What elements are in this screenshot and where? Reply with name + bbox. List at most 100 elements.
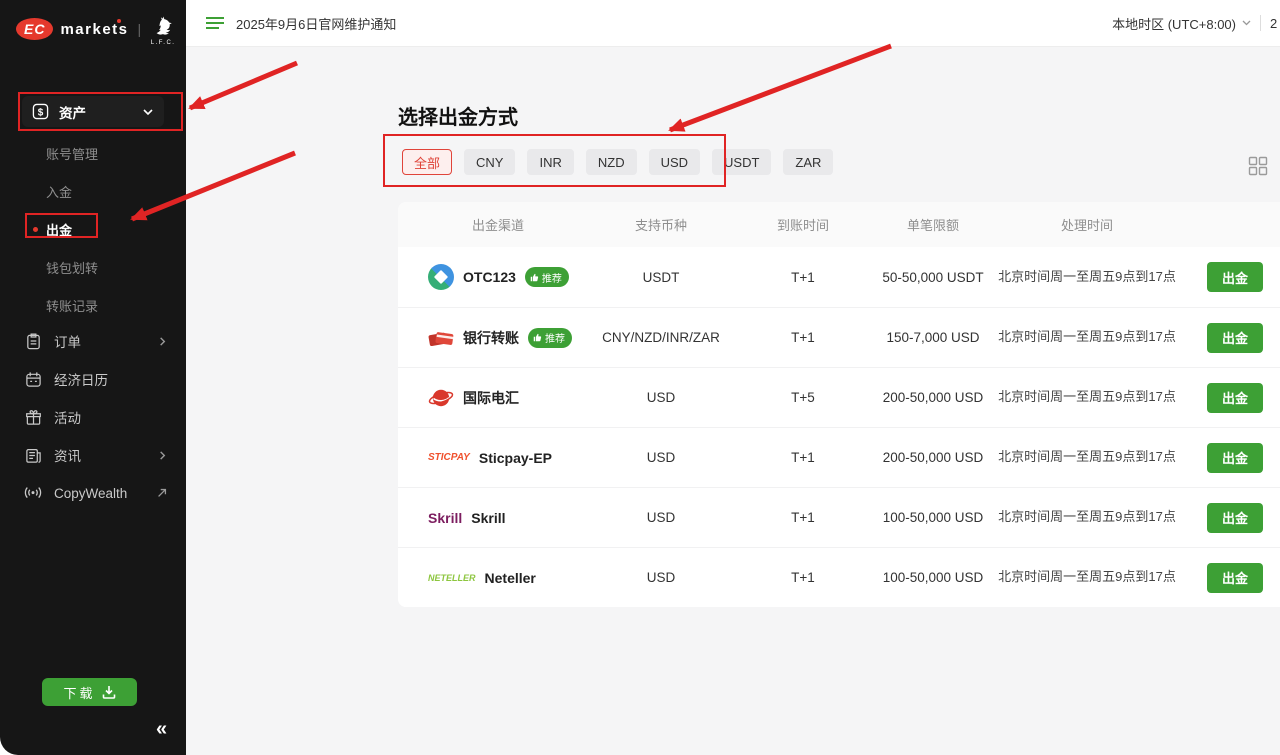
liverbird-icon — [150, 12, 176, 38]
badge-label: 推荐 — [545, 330, 565, 345]
sidebar-item-label: 资讯 — [54, 445, 81, 465]
withdraw-button[interactable]: 出金 — [1207, 443, 1263, 473]
neteller-logo: NETELLER — [428, 573, 476, 583]
sidebar-menu: 订单 经济日历 活动 — [0, 322, 186, 512]
logo-divider: | — [138, 21, 142, 37]
arrival-time: T+5 — [724, 390, 882, 405]
per-transaction-limit: 200-50,000 USD — [882, 450, 984, 465]
lfc-logo: L.F.C. — [150, 12, 176, 46]
arrival-time: T+1 — [724, 330, 882, 345]
col-header-arrival: 到账时间 — [724, 215, 882, 234]
channel-name: 银行转账 — [463, 328, 519, 348]
processing-time: 北京时间周一至周五9点到17点 — [984, 567, 1190, 587]
processing-time: 北京时间周一至周五9点到17点 — [984, 327, 1190, 347]
arrival-time: T+1 — [724, 270, 882, 285]
col-header-channel: 出金渠道 — [398, 215, 598, 234]
per-transaction-limit: 150-7,000 USD — [882, 330, 984, 345]
processing-time: 北京时间周一至周五9点到17点 — [984, 507, 1190, 527]
sidebar-item-copywealth[interactable]: CopyWealth — [0, 474, 186, 512]
processing-time: 北京时间周一至周五9点到17点 — [984, 267, 1190, 287]
sidebar-item-wallet-transfer[interactable]: 钱包划转 — [0, 248, 186, 286]
sidebar-item-withdraw[interactable]: 出金 — [0, 210, 186, 248]
grid-view-icon[interactable] — [1248, 156, 1268, 181]
currency-filter-group: 全部 CNY INR NZD USD USDT ZAR — [402, 149, 833, 175]
timezone-selector[interactable]: 本地时区 (UTC+8:00) — [1112, 14, 1251, 33]
sidebar-item-assets[interactable]: $ 资产 — [22, 96, 164, 127]
per-transaction-limit: 100-50,000 USD — [882, 570, 984, 585]
sidebar-item-deposit[interactable]: 入金 — [0, 172, 186, 210]
table-row: OTC123 推荐 USDT T+1 50-50,000 USDT 北京时间周一… — [398, 247, 1280, 307]
thumb-up-icon — [530, 273, 539, 282]
filter-chip-zar[interactable]: ZAR — [783, 149, 833, 175]
supported-currency: USD — [598, 570, 724, 585]
sidebar-item-label: 资产 — [59, 102, 86, 122]
download-icon — [102, 685, 116, 699]
sticpay-logo: STICPAY — [428, 452, 470, 463]
table-row: 国际电汇 USD T+5 200-50,000 USD 北京时间周一至周五9点到… — [398, 367, 1280, 427]
sidebar-item-label: 钱包划转 — [46, 258, 98, 277]
withdraw-button[interactable]: 出金 — [1207, 323, 1263, 353]
arrival-time: T+1 — [724, 570, 882, 585]
sidebar-item-orders[interactable]: 订单 — [0, 322, 186, 360]
channel-name: OTC123 — [463, 269, 516, 285]
collapse-icon: « — [156, 718, 167, 740]
filter-chip-inr[interactable]: INR — [527, 149, 573, 175]
withdraw-button[interactable]: 出金 — [1207, 383, 1263, 413]
lfc-label: L.F.C. — [151, 40, 176, 46]
ec-logo-badge: EC — [16, 18, 53, 40]
otc123-icon — [428, 264, 454, 290]
maintenance-notice[interactable]: 2025年9月6日官网维护通知 — [206, 14, 396, 33]
withdraw-button[interactable]: 出金 — [1207, 262, 1263, 292]
bank-cards-icon — [428, 327, 454, 349]
table-row: STICPAY Sticpay-EP USD T+1 200-50,000 US… — [398, 427, 1280, 487]
sidebar-item-transfer-records[interactable]: 转账记录 — [0, 286, 186, 324]
channel-name: Sticpay-EP — [479, 450, 552, 466]
active-dot — [33, 227, 38, 232]
collapse-sidebar-button[interactable]: « — [156, 718, 167, 741]
filter-chip-usd[interactable]: USD — [649, 149, 700, 175]
caret-down-icon — [1242, 20, 1251, 26]
notice-text: 2025年9月6日官网维护通知 — [236, 14, 396, 33]
sidebar-item-activities[interactable]: 活动 — [0, 398, 186, 436]
gift-icon — [24, 409, 42, 426]
col-header-currency: 支持币种 — [598, 215, 724, 234]
recommended-badge: 推荐 — [525, 267, 569, 287]
calendar-icon — [24, 371, 42, 388]
per-transaction-limit: 200-50,000 USD — [882, 390, 984, 405]
skrill-logo: Skrill — [428, 510, 462, 526]
withdraw-button[interactable]: 出金 — [1207, 563, 1263, 593]
sidebar-item-economic-calendar[interactable]: 经济日历 — [0, 360, 186, 398]
sidebar-item-label: 入金 — [46, 182, 72, 201]
brand-logo: EC markets | L.F.C. — [0, 0, 186, 46]
clipped-datetime: 2 — [1270, 16, 1280, 31]
table-row: 银行转账 推荐 CNY/NZD/INR/ZAR T+1 150-7,000 US… — [398, 307, 1280, 367]
channel-name: Neteller — [485, 570, 536, 586]
withdraw-button[interactable]: 出金 — [1207, 503, 1263, 533]
timezone-label: 本地时区 (UTC+8:00) — [1112, 14, 1236, 33]
sidebar-item-news[interactable]: 资讯 — [0, 436, 186, 474]
supported-currency: USD — [598, 390, 724, 405]
globe-icon — [428, 385, 454, 411]
svg-text:$: $ — [38, 107, 44, 118]
channel-name: 国际电汇 — [463, 388, 519, 408]
recommended-badge: 推荐 — [528, 328, 572, 348]
table-header-row: 出金渠道 支持币种 到账时间 单笔限额 处理时间 — [398, 202, 1280, 247]
processing-time: 北京时间周一至周五9点到17点 — [984, 387, 1190, 407]
processing-time: 北京时间周一至周五9点到17点 — [984, 447, 1190, 467]
sidebar: EC markets | L.F.C. $ 资产 账号管理 入金 — [0, 0, 186, 755]
arrival-time: T+1 — [724, 450, 882, 465]
filter-chip-cny[interactable]: CNY — [464, 149, 515, 175]
supported-currency: USD — [598, 510, 724, 525]
table-row: NETELLER Neteller USD T+1 100-50,000 USD… — [398, 547, 1280, 607]
sidebar-item-label: 转账记录 — [46, 296, 98, 315]
download-button[interactable]: 下载 — [42, 678, 137, 706]
assets-submenu: 账号管理 入金 出金 钱包划转 转账记录 — [0, 134, 186, 324]
filter-chip-usdt[interactable]: USDT — [712, 149, 771, 175]
sidebar-item-label: 订单 — [54, 331, 81, 351]
filter-chip-all[interactable]: 全部 — [402, 149, 452, 175]
filter-chip-nzd[interactable]: NZD — [586, 149, 637, 175]
supported-currency: USD — [598, 450, 724, 465]
chevron-down-icon — [142, 106, 154, 118]
sidebar-item-account-management[interactable]: 账号管理 — [0, 134, 186, 172]
supported-currency: CNY/NZD/INR/ZAR — [598, 330, 724, 345]
